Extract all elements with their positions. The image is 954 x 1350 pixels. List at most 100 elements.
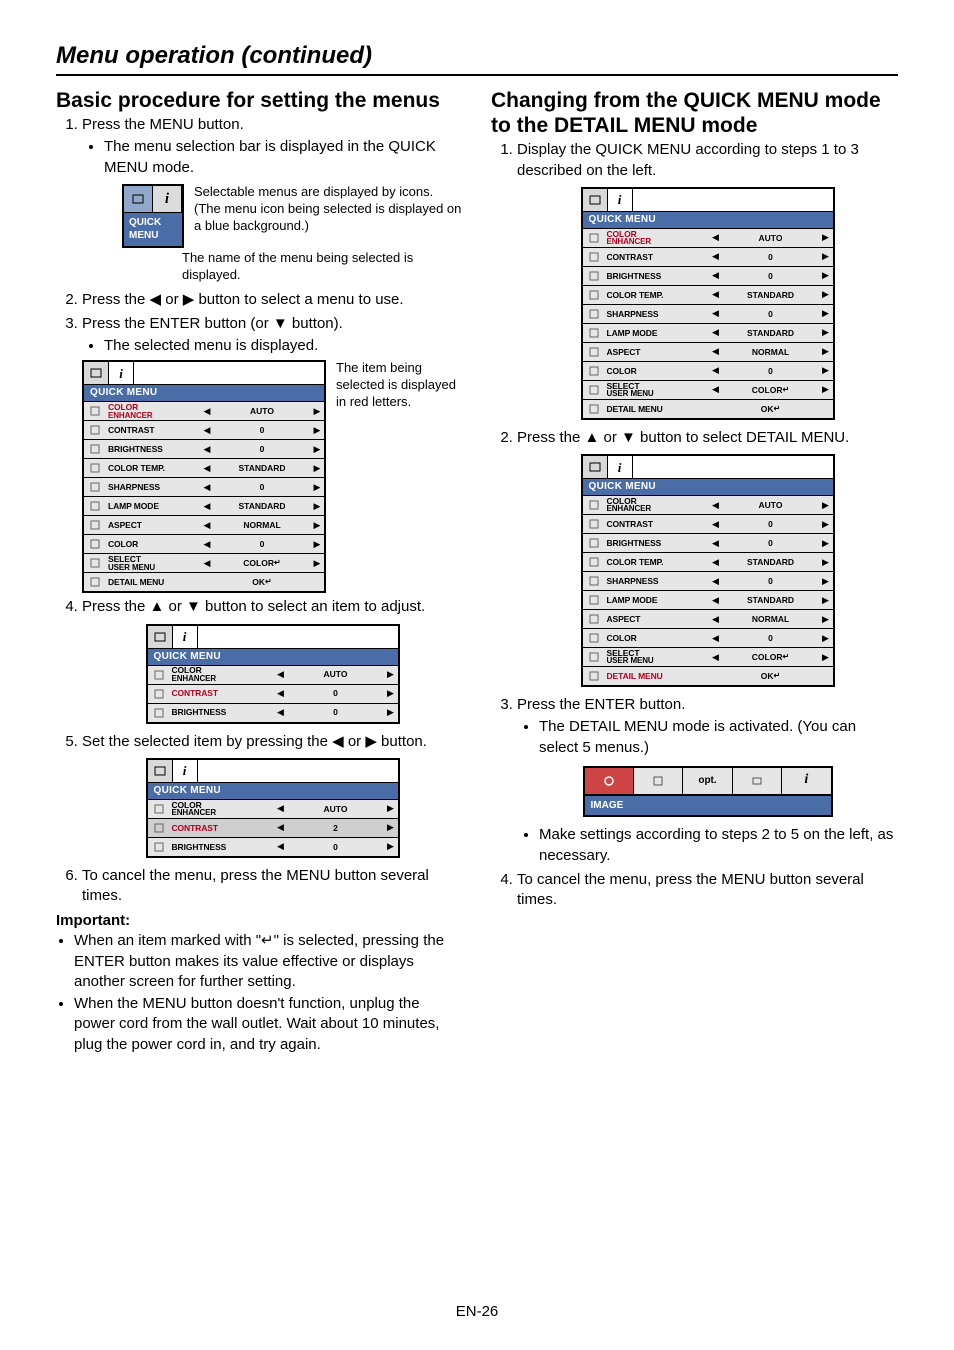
menu-row-icon [148,800,170,818]
arrow-right-icon: ▶ [310,440,324,458]
menu-row-label: CONTRAST [106,421,200,439]
menu-row-value: AUTO [723,229,819,247]
menu-row-value: OK ↵ [214,573,310,591]
menu-row-value: 2 [288,819,384,837]
arrow-right-icon: ▶ [384,666,398,684]
menu-row-label: SELECTUSER MENU [605,381,709,399]
menu-row-label: SHARPNESS [106,478,200,496]
menu-header: QUICK MENU [148,649,398,666]
menu-row-value: NORMAL [723,343,819,361]
arrow-right-icon: ▶ [819,362,833,380]
menu-row-icon [583,534,605,552]
menu-row: COLOR◀0▶ [583,362,833,381]
step-text: Press the ▲ or ▼ button to select an ite… [82,598,425,615]
arrow-left-icon [709,400,723,418]
arrow-left-icon: ◀ [709,515,723,533]
menu-row-icon [583,400,605,418]
arrow-right-icon [819,667,833,685]
right-sub-3a: The DETAIL MENU mode is activated. (You … [539,717,898,758]
arrow-left-icon: ◀ [709,229,723,247]
menu-row: ASPECT◀NORMAL▶ [583,343,833,362]
step-text: Press the MENU button. [82,116,244,133]
menu-row-label: BRIGHTNESS [170,704,274,722]
menu-row-label: COLOR [106,535,200,553]
menu-row-value: 0 [288,685,384,703]
step-text: Press the ENTER button. [517,696,685,713]
menu-row: SHARPNESS◀0▶ [583,305,833,324]
menu-row-label: DETAIL MENU [605,400,709,418]
menu-row-label: LAMP MODE [605,591,709,609]
arrow-left-icon [709,667,723,685]
detail-tab-opt: opt. [683,768,732,794]
arrow-left-icon: ◀ [274,685,288,703]
menu-header: QUICK MENU [583,479,833,496]
menu-row: COLOR◀0▶ [84,535,324,554]
arrow-right-icon: ▶ [310,516,324,534]
menu-row-label: LAMP MODE [106,497,200,515]
menu-rows: COLORENHANCER◀AUTO▶CONTRAST◀0▶BRIGHTNESS… [583,496,833,685]
arrow-left-icon [200,573,214,591]
menu-row: DETAIL MENU OK ↵ [583,667,833,685]
menu-row-label: DETAIL MENU [605,667,709,685]
arrow-right-icon [819,400,833,418]
menu-row-icon [84,516,106,534]
left-sub-1: The menu selection bar is displayed in t… [104,137,463,178]
menu-row: COLORENHANCER◀AUTO▶ [583,496,833,515]
quick-menu-partial-b: i QUICK MENU COLORENHANCER◀AUTO▶CONTRAST… [146,758,400,858]
right-heading: Changing from the QUICK MENU mode to the… [491,88,898,138]
menu-row-icon [583,553,605,571]
step-text: Display the QUICK MENU according to step… [517,141,859,178]
menu-row-value: 0 [723,534,819,552]
menu-row-value: OK ↵ [723,667,819,685]
menu-row-label: COLOR TEMP. [106,459,200,477]
menu-rows: COLORENHANCER◀AUTO▶CONTRAST◀0▶BRIGHTNESS… [148,666,398,722]
menu-row-value: STANDARD [723,286,819,304]
menu-tab-info-icon: i [608,189,633,211]
arrow-left-icon: ◀ [274,666,288,684]
arrow-left-icon: ◀ [200,554,214,572]
menu-row-icon [583,515,605,533]
arrow-left-icon: ◀ [200,421,214,439]
menu-row-value: 0 [723,267,819,285]
arrow-left-icon: ◀ [709,343,723,361]
menu-tab-icon [583,456,608,478]
arrow-left-icon: ◀ [200,459,214,477]
arrow-right-icon: ▶ [819,324,833,342]
menu-tab-info-icon: i [153,186,182,212]
menu-row: COLORENHANCER◀AUTO▶ [148,666,398,685]
right-step-4: To cancel the menu, press the MENU butto… [517,870,898,911]
menu-header: QUICK MENU [84,385,324,402]
menu-row-icon [84,478,106,496]
step-text: Press the ▲ or ▼ button to select DETAIL… [517,429,849,446]
menu-tab-icon [84,362,109,384]
menu-row-icon [583,572,605,590]
menu-row: CONTRAST◀0▶ [583,515,833,534]
arrow-left-icon: ◀ [274,838,288,856]
menu-selection-bar: i QUICK MENU [122,184,184,248]
menu-row-label: COLOR [605,629,709,647]
menu-row: CONTRAST◀0▶ [148,685,398,704]
menu-row-icon [84,497,106,515]
menu-row-value: 0 [214,535,310,553]
quick-menu-full-left: i QUICK MENU COLORENHANCER◀AUTO▶CONTRAST… [82,360,326,593]
arrow-left-icon: ◀ [274,704,288,722]
menu-row-value: COLOR ↵ [214,554,310,572]
menu-row-value: 0 [723,515,819,533]
menu-row-icon [84,573,106,591]
arrow-right-icon: ▶ [310,402,324,420]
right-sub-3b: Make settings according to steps 2 to 5 … [539,825,898,866]
menu-row: BRIGHTNESS◀0▶ [583,534,833,553]
menu-row: BRIGHTNESS◀0▶ [583,267,833,286]
menu-rows: COLORENHANCER◀AUTO▶CONTRAST◀0▶BRIGHTNESS… [84,402,324,591]
callout-selected-red: The item being selected is displayed in … [336,360,463,593]
menu-row-label: SELECTUSER MENU [605,648,709,666]
arrow-right-icon: ▶ [310,535,324,553]
left-step-1: Press the MENU button. The menu selectio… [82,115,463,284]
arrow-left-icon: ◀ [709,496,723,514]
menu-rows: COLORENHANCER◀AUTO▶CONTRAST◀2▶BRIGHTNESS… [148,800,398,856]
left-step-2: Press the ◀ or ▶ button to select a menu… [82,290,463,310]
menu-row-value: AUTO [214,402,310,420]
menu-tab-icon [148,760,173,782]
left-step-4: Press the ▲ or ▼ button to select an ite… [82,597,463,723]
menu-row-value: 0 [288,704,384,722]
